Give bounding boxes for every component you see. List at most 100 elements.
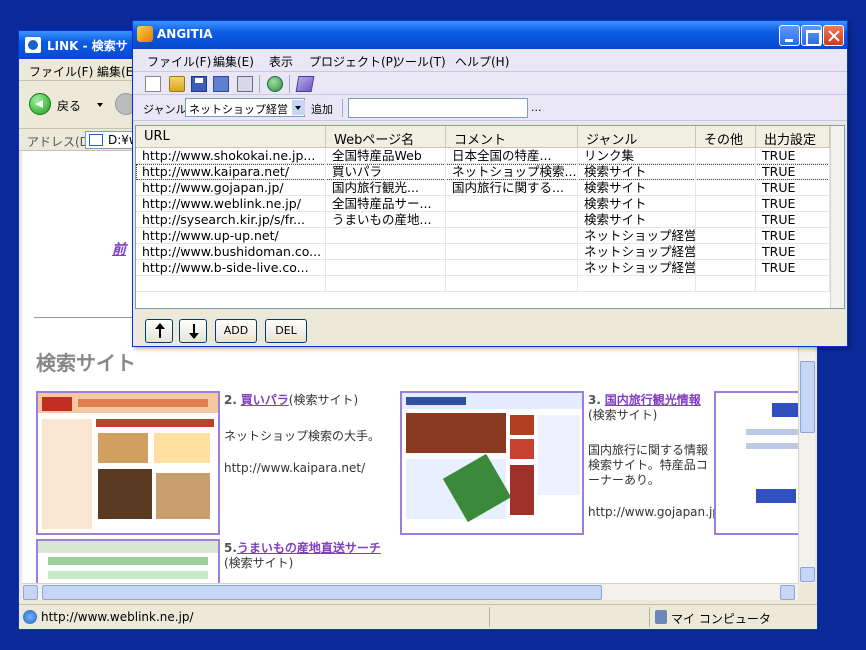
table-cell[interactable]: 国内旅行観光...	[326, 180, 446, 196]
print-icon[interactable]	[237, 76, 253, 92]
table-cell[interactable]: 検索サイト	[578, 196, 696, 212]
table-cell[interactable]	[446, 212, 578, 228]
site-link[interactable]: 国内旅行観光情報	[605, 393, 701, 407]
maximize-button[interactable]	[801, 25, 822, 46]
table-cell[interactable]: 検索サイト	[578, 212, 696, 228]
table-cell[interactable]: リンク集	[578, 148, 696, 164]
scroll-thumb[interactable]	[800, 361, 815, 433]
browser-menu-file[interactable]: ファイル(F)	[29, 63, 93, 80]
move-down-button[interactable]	[179, 319, 207, 343]
table-cell[interactable]	[326, 260, 446, 276]
table-row[interactable]: http://www.bushidoman.co... ネットショップ経営 TRUE	[136, 244, 830, 260]
move-up-button[interactable]	[145, 319, 173, 343]
table-cell[interactable]: TRUE	[756, 228, 830, 244]
table-cell[interactable]	[696, 148, 756, 164]
table-cell[interactable]: TRUE	[756, 244, 830, 260]
add-button[interactable]: ADD	[215, 319, 257, 343]
table-cell[interactable]: ネットショップ経営	[578, 228, 696, 244]
table-cell[interactable]: http://www.kaipara.net/	[136, 164, 326, 180]
table-cell[interactable]	[696, 180, 756, 196]
table-cell[interactable]	[696, 228, 756, 244]
chevron-down-icon[interactable]	[97, 103, 103, 107]
table-cell[interactable]	[326, 228, 446, 244]
minimize-button[interactable]	[779, 25, 800, 46]
site-thumbnail[interactable]	[400, 391, 584, 535]
menu-project[interactable]: プロジェクト(P)	[309, 53, 398, 70]
col-genre[interactable]: ジャンル	[578, 126, 696, 148]
site-link[interactable]: 買いパラ	[241, 393, 289, 407]
col-output[interactable]: 出力設定	[756, 126, 830, 148]
back-button[interactable]: 戻る	[29, 93, 119, 117]
table-cell[interactable]: http://www.bushidoman.co...	[136, 244, 326, 260]
scroll-left-arrow[interactable]	[23, 585, 38, 600]
open-folder-icon[interactable]	[169, 76, 185, 92]
menu-help[interactable]: ヘルプ(H)	[455, 53, 509, 70]
table-row[interactable]: http://sysearch.kir.jp/s/fr... うまいもの産地...…	[136, 212, 830, 228]
table-cell[interactable]	[446, 196, 578, 212]
table-cell[interactable]: http://www.up-up.net/	[136, 228, 326, 244]
table-row[interactable]: http://www.shokokai.ne.jp... 全国特産品Web 日本全国…	[136, 148, 830, 164]
col-other[interactable]: その他	[696, 126, 756, 148]
table-cell[interactable]: 国内旅行に関する...	[446, 180, 578, 196]
table-cell[interactable]	[696, 276, 756, 292]
table-scrollbar[interactable]	[830, 126, 844, 308]
table-cell[interactable]	[696, 212, 756, 228]
table-cell[interactable]: ネットショップ検索...	[446, 164, 578, 180]
table-cell[interactable]: http://www.shokokai.ne.jp...	[136, 148, 326, 164]
table-cell[interactable]	[446, 244, 578, 260]
table-cell[interactable]: http://www.b-side-live.co...	[136, 260, 326, 276]
add-url-input[interactable]	[348, 98, 528, 118]
prev-link[interactable]: 前	[112, 239, 126, 259]
book-icon[interactable]	[295, 76, 315, 92]
table-cell[interactable]: TRUE	[756, 148, 830, 164]
table-cell[interactable]	[578, 276, 696, 292]
table-cell[interactable]	[696, 260, 756, 276]
table-cell[interactable]	[326, 276, 446, 292]
table-cell[interactable]	[696, 244, 756, 260]
table-row[interactable]: http://www.weblink.ne.jp/全国特産品サー... 検索サイト…	[136, 196, 830, 212]
browser-menu-edit[interactable]: 編集(E	[97, 63, 133, 80]
col-url[interactable]: URL	[136, 126, 326, 148]
table-cell[interactable]	[696, 196, 756, 212]
table-cell[interactable]: ネットショップ経営	[578, 244, 696, 260]
menu-view[interactable]: 表示	[269, 53, 293, 70]
table-cell[interactable]: 検索サイト	[578, 164, 696, 180]
site-thumbnail[interactable]	[714, 391, 798, 535]
table-cell[interactable]: http://sysearch.kir.jp/s/fr...	[136, 212, 326, 228]
table-cell[interactable]	[446, 260, 578, 276]
table-cell[interactable]: 全国特産品サー...	[326, 196, 446, 212]
table-cell[interactable]: http://www.gojapan.jp/	[136, 180, 326, 196]
menu-file[interactable]: ファイル(F)	[147, 53, 211, 70]
copy-icon[interactable]	[213, 76, 229, 92]
new-file-icon[interactable]	[145, 76, 161, 92]
table-cell[interactable]	[136, 276, 326, 292]
table-cell[interactable]	[446, 276, 578, 292]
table-cell[interactable]	[446, 228, 578, 244]
table-cell[interactable]: TRUE	[756, 212, 830, 228]
menu-tools[interactable]: ツール(T)	[393, 53, 446, 70]
site-thumbnail[interactable]	[36, 391, 220, 535]
table-cell[interactable]: http://www.weblink.ne.jp/	[136, 196, 326, 212]
table-row[interactable]: http://www.b-side-live.co... ネットショップ経営 TRU…	[136, 260, 830, 276]
table-cell[interactable]: 全国特産品Web	[326, 148, 446, 164]
table-cell[interactable]: うまいもの産地...	[326, 212, 446, 228]
scroll-thumb[interactable]	[42, 585, 602, 600]
table-row[interactable]: http://www.kaipara.net/買いパラ ネットショップ検索... 検…	[136, 164, 830, 180]
table-row[interactable]: http://www.up-up.net/ネットショップ経営 TRUE	[136, 228, 830, 244]
delete-button[interactable]: DEL	[265, 319, 307, 343]
col-comment[interactable]: コメント	[446, 126, 578, 148]
table-cell[interactable]: TRUE	[756, 180, 830, 196]
app-title-bar[interactable]: ANGITIA	[133, 21, 847, 49]
genre-select[interactable]: ネットショップ経営	[185, 98, 305, 117]
table-cell[interactable]: TRUE	[756, 260, 830, 276]
table-cell[interactable]: 検索サイト	[578, 180, 696, 196]
table-row[interactable]: http://www.gojapan.jp/国内旅行観光... 国内旅行に関する.…	[136, 180, 830, 196]
site-thumbnail[interactable]	[36, 539, 220, 583]
table-cell[interactable]: 日本全国の特産...	[446, 148, 578, 164]
close-button[interactable]	[823, 25, 844, 46]
menu-edit[interactable]: 編集(E)	[213, 53, 254, 70]
horizontal-scrollbar[interactable]	[22, 583, 798, 600]
table-cell[interactable]	[326, 244, 446, 260]
table-cell[interactable]: 買いパラ	[326, 164, 446, 180]
table-cell[interactable]: TRUE	[756, 164, 830, 180]
